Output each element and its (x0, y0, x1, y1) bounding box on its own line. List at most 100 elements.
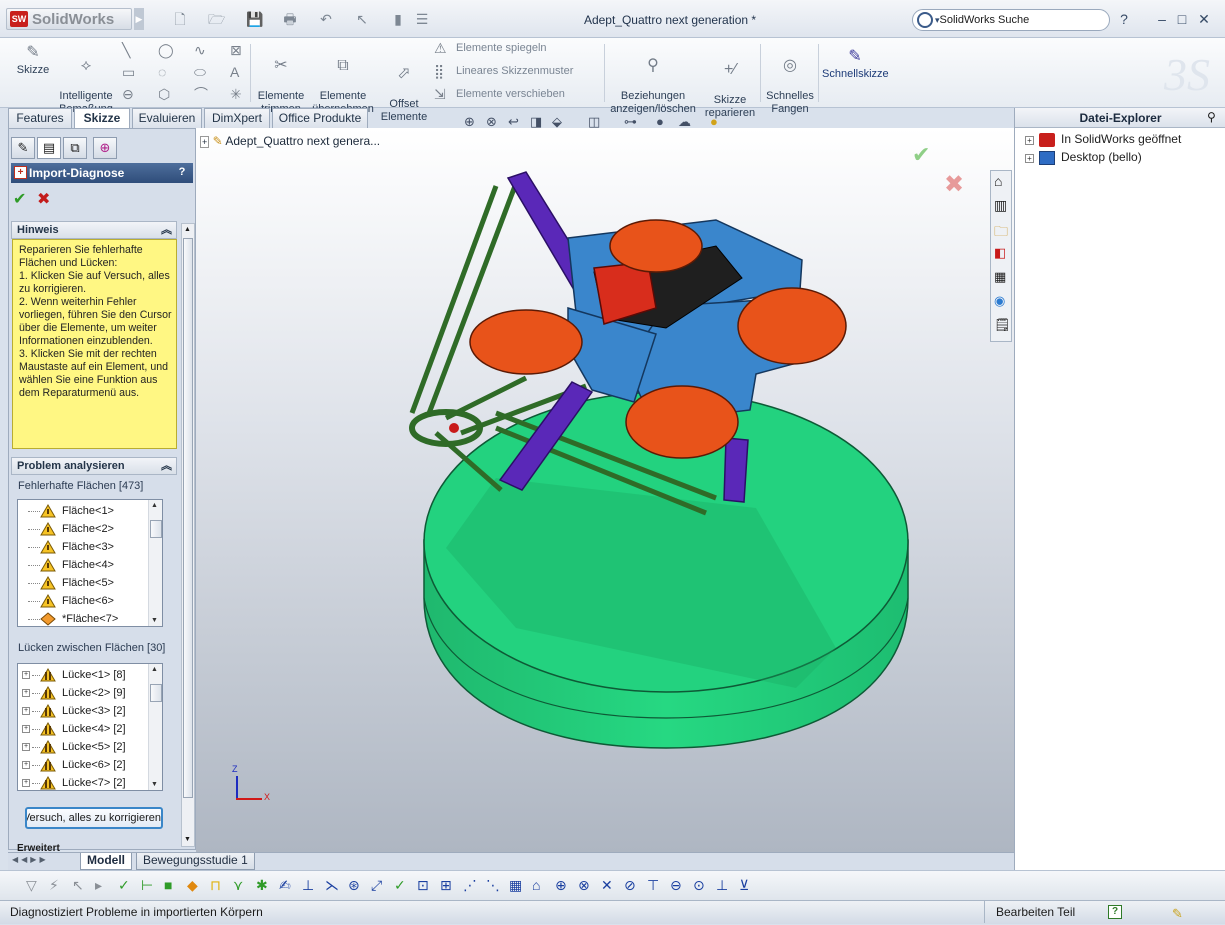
along-x-relation-icon[interactable]: ✓ (394, 877, 406, 894)
smart-dimension-button[interactable]: ⟡ Intelligente Bemaßung (56, 44, 116, 116)
robot-model-3d[interactable] (196, 128, 1014, 854)
scroll-thumb[interactable] (150, 684, 162, 702)
gap-list-item[interactable]: + Lücke<4> [2] (18, 720, 148, 738)
end-point-relation-icon[interactable]: ⋱ (486, 877, 500, 894)
scroll-down-icon[interactable]: ▼ (151, 781, 158, 788)
undo-icon[interactable]: ↶ (318, 11, 334, 27)
maximize-button[interactable]: □ (1174, 11, 1190, 27)
expand-icon[interactable]: + (22, 689, 30, 697)
horizontal-snap-relation-icon[interactable]: ⊙ (693, 877, 705, 894)
face-list-item[interactable]: Fläche<5> (18, 574, 148, 592)
home-icon[interactable]: ⌂ (994, 173, 1002, 189)
cancel-x-icon[interactable]: ✖ (37, 189, 50, 209)
tangent-relation-icon[interactable]: ■ (164, 877, 172, 893)
vertical-relation-icon[interactable]: ⚡ (49, 877, 59, 894)
expand-icon[interactable]: + (1025, 136, 1034, 145)
coincident-relation-icon[interactable]: ✱ (256, 877, 268, 894)
linear-pattern-button[interactable]: Lineares Skizzenmuster (456, 65, 573, 77)
nearest-relation-icon[interactable]: ✕ (601, 877, 613, 894)
try-to-fix-all-button[interactable]: Versuch, alles zu korrigieren (25, 807, 163, 829)
property-manager-tab-icon[interactable]: ▤ (37, 137, 61, 159)
scroll-up-icon[interactable]: ▲ (184, 226, 191, 233)
expand-icon[interactable]: + (22, 761, 30, 769)
perpendicular-relation-icon[interactable]: ✓ (118, 877, 130, 894)
expand-icon[interactable]: + (1025, 154, 1034, 163)
sketch-button[interactable]: ✎ Skizze (14, 44, 52, 77)
along-y-relation-icon[interactable]: ⊡ (417, 877, 429, 894)
file-explorer-icon[interactable]: 🗀 (994, 221, 1008, 245)
rapid-sketch-button[interactable]: ✎ Schnellskizze (822, 48, 889, 81)
section-view-icon[interactable]: ◨ (530, 114, 542, 130)
arc-tool-icon[interactable]: ◌ (158, 64, 166, 80)
mirror-entities-button[interactable]: Elemente spiegeln (456, 42, 547, 54)
previous-view-icon[interactable]: ↩ (508, 114, 519, 130)
quick-tips-help-icon[interactable]: ? (1108, 905, 1122, 919)
design-library-icon[interactable]: ▥ (994, 197, 1007, 214)
concentric-relation-icon[interactable]: ◆ (187, 877, 198, 894)
gap-list-item[interactable]: + Lücke<3> [2] (18, 702, 148, 720)
equal-relation-icon[interactable]: ✍ (279, 877, 291, 894)
expand-icon[interactable]: + (22, 725, 30, 733)
line-tool-icon[interactable]: ╲ (122, 42, 130, 58)
scroll-down-icon[interactable]: ▼ (184, 836, 191, 843)
tab-evaluate[interactable]: Evaluieren (132, 108, 202, 128)
zoom-to-fit-icon[interactable]: ⊕ (464, 114, 475, 130)
pierce-relation-icon[interactable]: ⤢ (371, 877, 382, 894)
search-results-icon[interactable]: ◧ (994, 245, 1006, 261)
tab-sketch[interactable]: Skizze (74, 108, 130, 128)
quick-snaps-button[interactable]: ◎ Schnelles Fangen (764, 44, 816, 116)
parallel-snap-relation-icon[interactable]: ⊖ (670, 877, 682, 894)
gap-list-item[interactable]: + Lücke<1> [8] (18, 666, 148, 684)
face-list-item[interactable]: Fläche<3> (18, 538, 148, 556)
circle-tool-icon[interactable]: ◯ (158, 42, 174, 58)
problem-group-header[interactable]: Problem analysieren ︽ (11, 457, 177, 475)
gap-list-item[interactable]: + Lücke<5> [2] (18, 738, 148, 756)
collinear-relation-icon[interactable]: ↖ (72, 877, 84, 894)
collapse-icon[interactable]: ︽ (161, 458, 172, 474)
parallel-relation-icon[interactable]: ⊢ (141, 877, 153, 894)
face-list-item[interactable]: *Fläche<7> (18, 610, 148, 626)
grid-snap-relation-icon[interactable]: ⋰ (463, 877, 477, 894)
offset-entities-button[interactable]: ⬀ Offset Elemente (380, 52, 428, 124)
appearances-icon[interactable]: ◉ (994, 293, 1005, 309)
scroll-down-icon[interactable]: ▼ (151, 617, 158, 624)
convert-entities-button[interactable]: ⧉ Elemente übernehmen (310, 44, 376, 116)
tab-model[interactable]: Modell (80, 853, 132, 870)
ellipse-tool-icon[interactable]: ⬭ (194, 64, 206, 80)
advanced-group-header[interactable]: Erweitert (11, 843, 177, 851)
fillet-tool-icon[interactable]: ⌒ (194, 86, 208, 102)
tab-office-products[interactable]: Office Produkte (272, 108, 368, 128)
display-style-icon[interactable]: ◫ (588, 114, 600, 130)
print-icon[interactable]: 🖶 (282, 11, 298, 27)
view-palette-icon[interactable]: ▦ (994, 269, 1006, 285)
search-box[interactable]: ▾ SolidWorks Suche (912, 9, 1110, 31)
tree-item-desktop[interactable]: + Desktop (bello) (1025, 150, 1215, 166)
face-list-item[interactable]: Fläche<4> (18, 556, 148, 574)
tab-features[interactable]: Features (8, 108, 72, 128)
pin-icon[interactable]: ⚲ (1207, 110, 1216, 124)
trim-entities-button[interactable]: ✂ Elemente trimmen (254, 44, 308, 116)
midpoint-relation-icon[interactable]: ⊓ (210, 877, 221, 894)
vertical-snap-relation-icon[interactable]: ⊥ (716, 877, 728, 894)
move-entities-button[interactable]: Elemente verschieben (456, 88, 565, 100)
feature-tree-tab-icon[interactable]: ✎ (11, 137, 35, 159)
configuration-tab-icon[interactable]: ⧉ (63, 137, 87, 159)
merge-relation-icon[interactable]: ⊛ (348, 877, 360, 894)
solidworks-logo[interactable]: SW SolidWorks (6, 8, 132, 30)
face-list-item[interactable]: Fläche<2> (18, 520, 148, 538)
smart-snap-relation-icon[interactable]: ⊞ (440, 877, 452, 894)
symmetric-relation-icon[interactable]: ⊥ (302, 877, 314, 894)
help-button[interactable]: ? (1116, 11, 1132, 27)
intersection-snap-relation-icon[interactable]: ⊗ (578, 877, 590, 894)
gaps-list[interactable]: + Lücke<7> [2] + Lücke<6> [2] + Lücke<5> [2] +… (17, 663, 163, 791)
faulty-faces-list[interactable]: *Fläche<7> Fläche<6> Fläche<5> Fläche<4> Flä… (17, 499, 163, 627)
gap-list-item[interactable]: + Lücke<6> [2] (18, 756, 148, 774)
tangent-snap-relation-icon[interactable]: ⊘ (624, 877, 636, 894)
face-list-item[interactable]: Fläche<1> (18, 502, 148, 520)
rebuild-icon[interactable]: ▮ (390, 11, 406, 27)
gap-list-item[interactable]: + Lücke<2> [9] (18, 684, 148, 702)
zoom-area-icon[interactable]: ⊗ (486, 114, 497, 130)
collapse-icon[interactable]: ︽ (161, 222, 172, 238)
mid-point-relation-icon[interactable]: ▦ (509, 877, 522, 894)
view-settings-icon[interactable]: ● (710, 114, 718, 129)
